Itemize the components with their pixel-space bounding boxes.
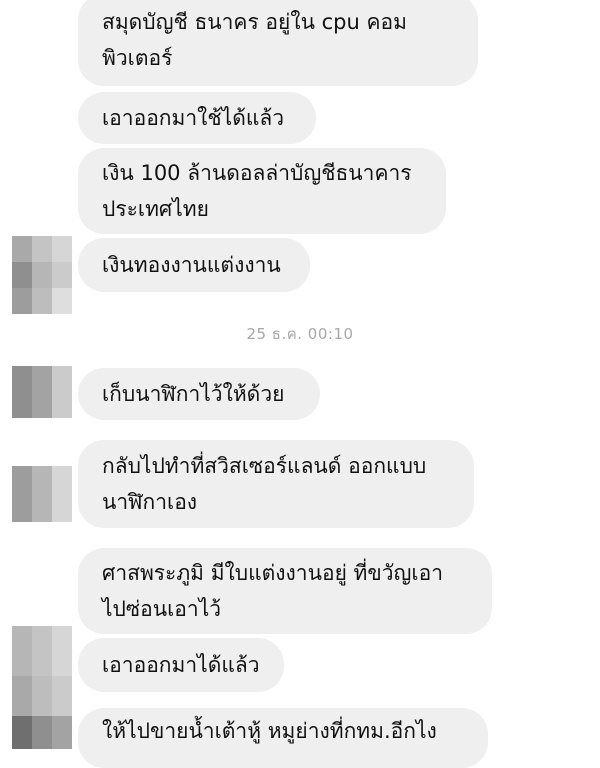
message-line: ศาสพระภูมิ มีใบแต่งงานอยู่ ที่ขวัญเอา	[102, 561, 444, 585]
avatar-blur-tile	[52, 626, 72, 676]
avatar-blur-tile	[12, 716, 32, 749]
message-line: ให้ไปขายน้ำเต้าหู้ หมูย่างที่กทม.อีกไง	[102, 719, 437, 743]
avatar-blur-tile	[12, 262, 32, 288]
avatar[interactable]	[12, 366, 72, 418]
avatar-blur-tile	[32, 716, 52, 749]
avatar-blur-tile	[52, 676, 72, 716]
avatar-blur-tile	[12, 236, 32, 262]
message-line: ประเทศไทย	[102, 197, 209, 221]
message-line: เงินทองงานแต่งงาน	[102, 253, 281, 277]
avatar-blur-tile	[32, 288, 52, 314]
avatar-blur-tile	[52, 288, 72, 314]
message-line: พิวเตอร์	[102, 46, 173, 70]
message-bubble[interactable]: ศาสพระภูมิ มีใบแต่งงานอยู่ ที่ขวัญเอา ไป…	[78, 548, 492, 634]
avatar-blur-tile	[52, 466, 72, 522]
message-bubble[interactable]: กลับไปทำที่สวิสเซอร์แลนด์ ออกแบบ นาฬิกาเ…	[78, 440, 474, 528]
message-bubble[interactable]: เงิน 100 ล้านดอลล่าบัญชีธนาคาร ประเทศไทย	[78, 148, 446, 234]
avatar-blur-tile	[52, 716, 72, 749]
avatar[interactable]	[12, 466, 72, 522]
avatar-blur-tile	[32, 626, 52, 676]
message-line: สมุดบัญชี ธนาคร อยู่ใน cpu คอม	[102, 10, 407, 34]
message-bubble[interactable]: เงินทองงานแต่งงาน	[78, 238, 310, 292]
message-bubble[interactable]: เก็บนาฬิกาไว้ให้ด้วย	[78, 368, 320, 420]
avatar-blur-tile	[12, 366, 32, 418]
message-line: เอาออกมาได้แล้ว	[102, 653, 260, 677]
avatar-blur-tile	[32, 366, 52, 418]
message-line: เอาออกมาใช้ได้แล้ว	[102, 106, 285, 130]
message-bubble[interactable]: เอาออกมาได้แล้ว	[78, 638, 284, 692]
message-bubble[interactable]: ให้ไปขายน้ำเต้าหู้ หมูย่างที่กทม.อีกไง	[78, 708, 488, 768]
message-timestamp: 25 ธ.ค. 00:10	[246, 325, 354, 343]
message-bubble[interactable]: เอาออกมาใช้ได้แล้ว	[78, 92, 316, 144]
message-line: กลับไปทำที่สวิสเซอร์แลนด์ ออกแบบ	[102, 454, 427, 478]
avatar-blur-tile	[52, 236, 72, 262]
message-line: เงิน 100 ล้านดอลล่าบัญชีธนาคาร	[102, 161, 412, 185]
avatar-blur-tile	[12, 288, 32, 314]
avatar-blur-tile	[12, 466, 32, 522]
avatar-blur-tile	[12, 626, 32, 676]
avatar-blur-tile	[32, 466, 52, 522]
avatar-blur-tile	[32, 262, 52, 288]
message-line: ไปซ่อนเอาไว้	[102, 597, 222, 621]
avatar-blur-tile	[12, 676, 32, 716]
avatar-blur-tile	[32, 676, 52, 716]
message-line: เก็บนาฬิกาไว้ให้ด้วย	[102, 382, 285, 406]
message-line: นาฬิกาเอง	[102, 490, 198, 514]
avatar[interactable]	[12, 236, 72, 314]
avatar[interactable]	[12, 626, 72, 749]
chat-thread: สมุดบัญชี ธนาคร อยู่ใน cpu คอม พิวเตอร์ …	[0, 0, 600, 768]
message-bubble[interactable]: สมุดบัญชี ธนาคร อยู่ใน cpu คอม พิวเตอร์	[78, 0, 478, 86]
avatar-blur-tile	[52, 366, 72, 418]
avatar-blur-tile	[32, 236, 52, 262]
avatar-blur-tile	[52, 262, 72, 288]
